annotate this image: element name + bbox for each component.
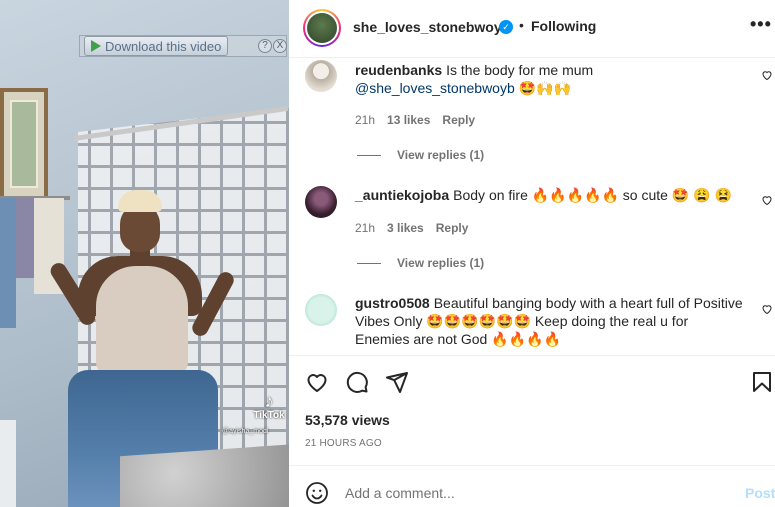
commenter-username[interactable]: gustro0508 [355,295,430,311]
post-comment-button[interactable]: Post [745,485,775,501]
reply-button[interactable]: Reply [436,221,469,235]
wall-picture [0,88,48,200]
comment-text: reudenbanks Is the body for me mum @she_l… [355,61,745,97]
post-panel: she_loves_stonebwoyb ✓ • Following ••• r… [289,0,775,507]
play-icon [91,40,101,52]
video-player[interactable]: Download this video ? X ♪ TikTok @ayisha… [0,0,289,507]
divider-line [357,154,381,156]
view-replies-button[interactable]: View replies (1) [357,148,484,162]
reply-button[interactable]: Reply [442,113,475,127]
comments-list[interactable]: reudenbanks Is the body for me mum @she_l… [289,58,775,356]
view-replies-label: View replies (1) [397,148,485,162]
following-button[interactable]: Following [531,18,596,34]
comment-likes[interactable]: 3 likes [387,221,424,235]
comment-time: 21h [355,113,376,127]
add-comment-input[interactable] [345,481,725,505]
heart-icon[interactable] [761,69,773,81]
add-comment-bar: Post [289,465,775,507]
comment-meta: 21h 13 likes Reply [355,113,475,127]
comment-time: 21h [355,221,376,235]
bookmark-icon[interactable] [750,370,774,394]
commenter-username[interactable]: _auntiekojoba [355,187,449,203]
towel [0,198,16,328]
mention-link[interactable]: @she_loves_stonebwoyb [355,80,515,96]
comment-text: gustro0508 Beautiful banging body with a … [355,294,745,348]
download-video-button[interactable]: Download this video [84,36,229,56]
separator-dot: • [519,17,524,33]
like-heart-icon[interactable] [305,370,329,394]
download-video-bar: Download this video ? X [79,35,287,57]
comment-text: _auntiekojoba Body on fire 🔥🔥🔥🔥🔥 so cute … [355,186,745,204]
more-options-icon[interactable]: ••• [750,14,772,35]
door-edge [0,420,16,507]
help-icon[interactable]: ? [258,39,272,53]
post-timestamp: 21 HOURS AGO [305,438,382,449]
comment-message: Body on fire 🔥🔥🔥🔥🔥 so cute 🤩 😩 😫 [453,187,732,203]
comment-bubble-icon[interactable] [345,370,369,394]
commenter-avatar[interactable] [305,294,337,326]
view-replies-button[interactable]: View replies (1) [357,256,484,270]
tiktok-icon: ♪ [264,391,274,411]
tiktok-label: TikTok [253,410,285,421]
view-replies-label: View replies (1) [397,256,485,270]
author-username[interactable]: she_loves_stonebwoyb [353,19,510,35]
emoji-icon[interactable] [305,481,329,505]
tiktok-watermark: ♪ TikTok [249,392,289,421]
download-video-label: Download this video [105,38,222,54]
share-paper-plane-icon[interactable] [385,370,409,394]
post-header: she_loves_stonebwoyb ✓ • Following ••• [289,0,775,58]
comment-message: Is the body for me mum [446,62,594,78]
comment-emojis: 🤩🙌🙌 [518,80,571,96]
view-count[interactable]: 53,578 views [305,412,390,428]
comment-likes[interactable]: 13 likes [387,113,430,127]
commenter-username[interactable]: reudenbanks [355,62,442,78]
close-icon[interactable]: X [273,39,287,53]
author-avatar[interactable] [303,9,341,47]
commenter-avatar[interactable] [305,60,337,92]
comment-meta: 21h 3 likes Reply [355,221,468,235]
post-actions [289,356,775,398]
divider-line [357,262,381,264]
heart-icon[interactable] [761,303,773,315]
verified-badge-icon: ✓ [499,20,513,34]
tiktok-username: @ayisha_modi [222,428,269,435]
commenter-avatar[interactable] [305,186,337,218]
heart-icon[interactable] [761,194,773,206]
